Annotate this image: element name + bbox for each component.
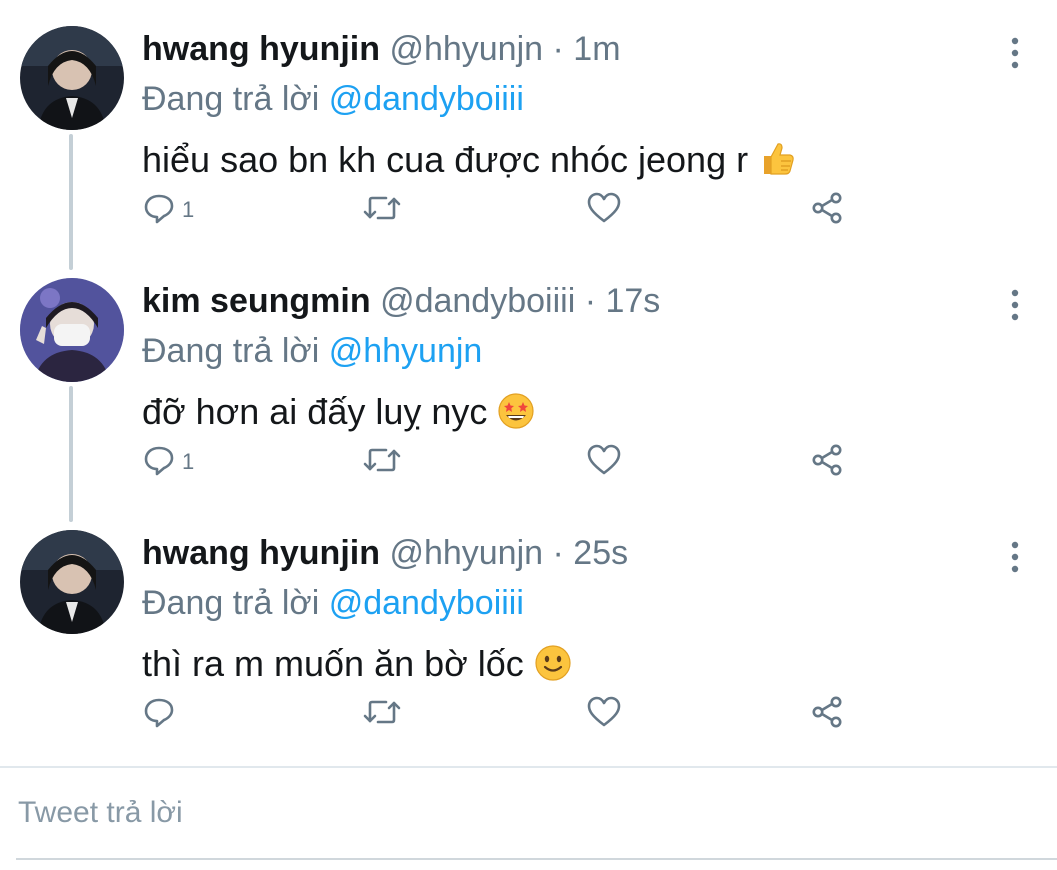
slightly-smiling-emoji-icon bbox=[534, 644, 572, 692]
tweet-actions: 1 bbox=[142, 186, 862, 234]
tweet-text: đỡ hơn ai đấy luỵ nyc bbox=[142, 390, 535, 440]
tweet-header: hwang hyunjin @hhyunjn · 25s bbox=[142, 532, 628, 574]
mention-link[interactable]: @hhyunjn bbox=[329, 332, 483, 370]
separator-dot: · bbox=[584, 282, 597, 320]
share-icon bbox=[810, 191, 844, 230]
reply-count: 1 bbox=[182, 197, 195, 222]
like-button[interactable] bbox=[586, 186, 622, 234]
reply-count: 1 bbox=[182, 449, 195, 474]
tweet-actions: 1 bbox=[142, 438, 862, 486]
star-struck-emoji-icon bbox=[497, 392, 535, 440]
mention-link[interactable]: @dandyboiiii bbox=[329, 80, 524, 118]
reply-input[interactable]: Tweet trả lời bbox=[18, 796, 183, 830]
separator-dot: · bbox=[552, 534, 564, 572]
tweet-text: hiểu sao bn kh cua được nhóc jeong r bbox=[142, 138, 796, 188]
thumbs-up-emoji-icon bbox=[758, 140, 796, 188]
replying-to: Đang trả lời @dandyboiiii bbox=[142, 582, 524, 624]
tweet-text-content: thì ra m muốn ăn bờ lốc bbox=[142, 643, 524, 684]
tweet-actions bbox=[142, 690, 862, 738]
share-button[interactable] bbox=[810, 186, 844, 234]
tweet-text-content: đỡ hơn ai đấy luỵ nyc bbox=[142, 391, 488, 432]
retweet-button[interactable] bbox=[362, 186, 402, 234]
username[interactable]: @hhyunjn bbox=[389, 30, 543, 68]
replying-to-label: Đang trả lời bbox=[142, 332, 320, 370]
username[interactable]: @hhyunjn bbox=[389, 534, 543, 572]
timestamp[interactable]: 1m bbox=[573, 30, 620, 68]
replying-to: Đang trả lời @hhyunjn bbox=[142, 330, 482, 372]
avatar[interactable] bbox=[20, 26, 124, 130]
heart-icon bbox=[586, 443, 622, 482]
separator-dot: · bbox=[552, 30, 564, 68]
retweet-icon bbox=[362, 695, 402, 734]
like-button[interactable] bbox=[586, 690, 622, 738]
more-options-icon[interactable] bbox=[1003, 36, 1027, 70]
tweet-header: hwang hyunjin @hhyunjn · 1m bbox=[142, 28, 621, 70]
retweet-icon bbox=[362, 191, 402, 230]
timestamp[interactable]: 17s bbox=[605, 282, 660, 320]
retweet-button[interactable] bbox=[362, 438, 402, 486]
tweet-header: kim seungmin @dandyboiiii · 17s bbox=[142, 280, 660, 322]
share-icon bbox=[810, 443, 844, 482]
avatar[interactable] bbox=[20, 530, 124, 634]
more-options-icon[interactable] bbox=[1003, 540, 1027, 574]
divider bbox=[0, 766, 1057, 768]
retweet-icon bbox=[362, 443, 402, 482]
replying-to-label: Đang trả lời bbox=[142, 80, 320, 118]
tweet[interactable]: kim seungmin @dandyboiiii · 17s Đang trả… bbox=[0, 252, 1057, 504]
share-icon bbox=[810, 695, 844, 734]
reply-icon bbox=[142, 695, 176, 734]
replying-to: Đang trả lời @dandyboiiii bbox=[142, 78, 524, 120]
more-options-icon[interactable] bbox=[1003, 288, 1027, 322]
display-name[interactable]: kim seungmin bbox=[142, 282, 371, 320]
heart-icon bbox=[586, 695, 622, 734]
tweet[interactable]: hwang hyunjin @hhyunjn · 25s Đang trả lờ… bbox=[0, 504, 1057, 756]
reply-icon bbox=[142, 443, 176, 482]
username[interactable]: @dandyboiiii bbox=[380, 282, 575, 320]
retweet-button[interactable] bbox=[362, 690, 402, 738]
display-name[interactable]: hwang hyunjin bbox=[142, 534, 380, 572]
tweet-text: thì ra m muốn ăn bờ lốc bbox=[142, 642, 572, 692]
share-button[interactable] bbox=[810, 690, 844, 738]
heart-icon bbox=[586, 191, 622, 230]
tweet[interactable]: hwang hyunjin @hhyunjn · 1m Đang trả lời… bbox=[0, 0, 1057, 252]
reply-button[interactable] bbox=[142, 690, 182, 738]
reply-button[interactable]: 1 bbox=[142, 186, 194, 234]
timestamp[interactable]: 25s bbox=[573, 534, 628, 572]
tweet-text-content: hiểu sao bn kh cua được nhóc jeong r bbox=[142, 139, 749, 180]
reply-button[interactable]: 1 bbox=[142, 438, 194, 486]
reply-icon bbox=[142, 191, 176, 230]
avatar[interactable] bbox=[20, 278, 124, 382]
replying-to-label: Đang trả lời bbox=[142, 584, 320, 622]
like-button[interactable] bbox=[586, 438, 622, 486]
divider bbox=[16, 858, 1057, 860]
display-name[interactable]: hwang hyunjin bbox=[142, 30, 380, 68]
mention-link[interactable]: @dandyboiiii bbox=[329, 584, 524, 622]
share-button[interactable] bbox=[810, 438, 844, 486]
